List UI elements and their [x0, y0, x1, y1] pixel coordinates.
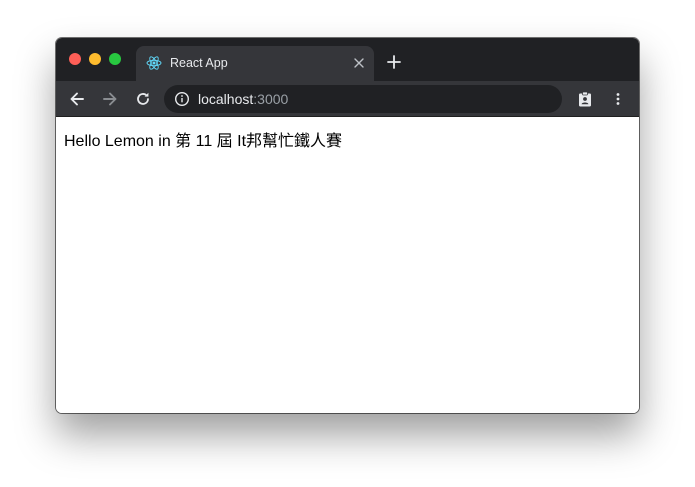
url-port: :3000: [253, 91, 289, 107]
toolbar: localhost:3000 G: [56, 81, 639, 117]
tab-react-app[interactable]: React App: [136, 46, 374, 82]
close-window-button[interactable]: [69, 53, 81, 65]
hello-message: Hello Lemon in 第 11 屆 It邦幫忙鐵人賽: [64, 133, 343, 150]
arrow-right-icon[interactable]: [98, 87, 122, 111]
browser-window: React App localhost:3000 Hello Lemon in …: [56, 38, 639, 413]
address-bar[interactable]: localhost:3000 G: [164, 85, 562, 113]
zoom-window-button[interactable]: [109, 53, 121, 65]
react-logo-icon: [146, 55, 162, 71]
more-vertical-icon[interactable]: [606, 87, 630, 111]
page-content: Hello Lemon in 第 11 屆 It邦幫忙鐵人賽: [56, 117, 639, 413]
reload-icon[interactable]: [131, 87, 155, 111]
close-icon[interactable]: [352, 56, 366, 70]
arrow-left-icon[interactable]: [65, 87, 89, 111]
minimize-window-button[interactable]: [89, 53, 101, 65]
plus-icon[interactable]: [386, 54, 402, 70]
url-text: localhost:3000: [198, 91, 288, 107]
clipboard-profile-icon[interactable]: [573, 87, 597, 111]
url-host: localhost: [198, 91, 254, 107]
title-bar: React App: [56, 38, 639, 82]
info-icon[interactable]: [174, 91, 190, 107]
tab-title: React App: [170, 56, 228, 70]
